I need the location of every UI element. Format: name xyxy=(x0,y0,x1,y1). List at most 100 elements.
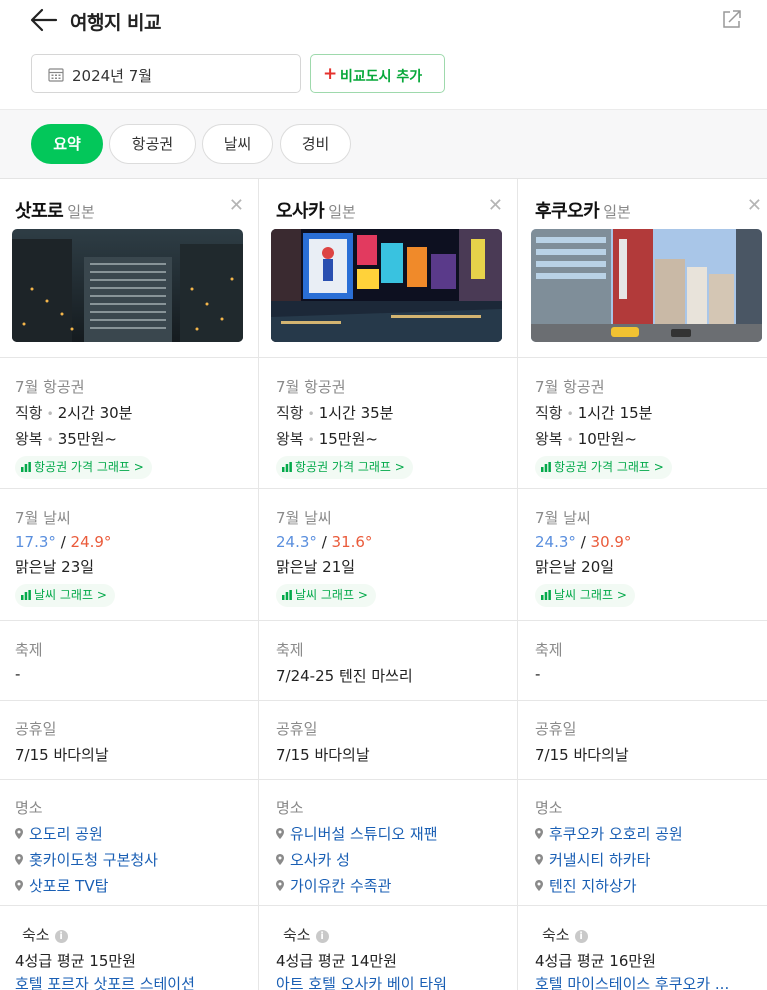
city-column-fukuoka: 후쿠오카 일본 ✕ 7월 항공권 직항 • 1시간 15분 왕복 • 10만원~… xyxy=(517,179,767,990)
sight-name: 오도리 공원 xyxy=(29,825,103,843)
sight-link[interactable]: 유니버설 스튜디오 재팬 xyxy=(276,823,507,844)
festival-value: - xyxy=(15,665,21,683)
hotel-link[interactable]: 호텔 마이스테이스 후쿠오카 ... xyxy=(535,973,757,990)
festival-label: 축제 xyxy=(276,641,304,659)
clear-days: 맑은날 20일 xyxy=(535,558,615,576)
separator-dot: • xyxy=(566,407,574,421)
sight-link[interactable]: 홋카이도청 구본청사 xyxy=(15,849,248,870)
hotel-link[interactable]: 호텔 포르자 삿포르 스테이션 xyxy=(15,973,248,990)
tab-expenses[interactable]: 경비 xyxy=(280,124,351,164)
remove-city-icon[interactable]: ✕ xyxy=(488,195,503,216)
sight-link[interactable]: 텐진 지하상가 xyxy=(535,875,757,896)
sight-name: 유니버설 스튜디오 재팬 xyxy=(290,825,438,843)
back-arrow-icon[interactable] xyxy=(30,8,58,32)
round-trip-label: 왕복 xyxy=(276,430,304,448)
weather-info: 7월 날씨 24.3° / 30.9° 맑은날 20일 날씨 그래프 > xyxy=(518,489,767,621)
sight-name: 후쿠오카 오호리 공원 xyxy=(549,825,683,843)
stay-info: 숙소 i 4성급 평균 14만원 아트 호텔 오사카 베이 타워 xyxy=(259,906,517,990)
info-icon[interactable]: i xyxy=(574,930,588,943)
city-name: 오사카 xyxy=(276,201,325,222)
map-pin-icon xyxy=(535,880,543,891)
holiday-value: 7/15 바다의날 xyxy=(535,746,629,764)
low-temp: 24.3° xyxy=(535,533,576,551)
month-selector[interactable]: 2024년 7월 xyxy=(31,54,301,93)
city-column-osaka: 오사카 일본 ✕ 7월 항공권 직항 • 1시간 35분 왕복 • 15만원~ … xyxy=(258,179,517,990)
temperature-row: 24.3° / 30.9° xyxy=(535,533,757,551)
sight-link[interactable]: 커낼시티 하카타 xyxy=(535,849,757,870)
flight-info: 7월 항공권 직항 • 2시간 30분 왕복 • 35만원~ 항공권 가격 그래프 > xyxy=(0,358,258,489)
city-name: 후쿠오카 xyxy=(535,201,600,222)
map-pin-icon xyxy=(276,854,284,865)
flight-label: 7월 항공권 xyxy=(535,378,605,396)
city-photo xyxy=(12,229,243,342)
sight-link[interactable]: 오도리 공원 xyxy=(15,823,248,844)
sight-name: 오사카 성 xyxy=(290,851,350,869)
flight-graph-label: 항공권 가격 그래프 > xyxy=(295,460,405,474)
sight-link[interactable]: 삿포로 TV탑 xyxy=(15,875,248,896)
city-header: 오사카 일본 ✕ xyxy=(259,179,517,358)
festival-value: 7/24-25 텐진 마쓰리 xyxy=(276,667,413,685)
sights-info: 명소 오도리 공원 홋카이도청 구본청사 삿포로 TV탑 xyxy=(0,780,258,906)
separator-dot: • xyxy=(566,433,574,447)
info-icon[interactable]: i xyxy=(54,930,68,943)
tab-bar: 요약 항공권 날씨 경비 xyxy=(0,109,767,179)
city-title: 후쿠오카 일본 xyxy=(535,197,757,223)
page-title: 여행지 비교 xyxy=(70,12,162,34)
comparison-grid: 삿포로 일본 ✕ 7월 항공권 직항 • 2시간 30분 왕복 • 35만원~ … xyxy=(0,179,767,990)
sight-link[interactable]: 가이유칸 수족관 xyxy=(276,875,507,896)
temp-separator: / xyxy=(60,533,66,551)
weather-info: 7월 날씨 24.3° / 31.6° 맑은날 21일 날씨 그래프 > xyxy=(259,489,517,621)
direct-label: 직항 xyxy=(15,404,43,422)
city-header: 후쿠오카 일본 ✕ xyxy=(518,179,767,358)
sight-name: 삿포로 TV탑 xyxy=(29,877,109,895)
high-temp: 30.9° xyxy=(590,533,632,551)
weather-graph-link[interactable]: 날씨 그래프 > xyxy=(15,584,115,607)
sights-info: 명소 유니버설 스튜디오 재팬 오사카 성 가이유칸 수족관 xyxy=(259,780,517,906)
sight-name: 커낼시티 하카타 xyxy=(549,851,651,869)
city-title: 오사카 일본 xyxy=(276,197,507,223)
remove-city-icon[interactable]: ✕ xyxy=(747,195,762,216)
festival-value: - xyxy=(535,665,541,683)
stay-label-row: 숙소 i xyxy=(283,924,507,945)
add-compare-city-button[interactable]: + 비교도시 추가 xyxy=(310,54,445,93)
tab-flights[interactable]: 항공권 xyxy=(109,124,196,164)
stay-label: 숙소 xyxy=(283,926,311,944)
map-pin-icon xyxy=(535,854,543,865)
share-icon[interactable] xyxy=(721,8,743,30)
sight-link[interactable]: 오사카 성 xyxy=(276,849,507,870)
holiday-value: 7/15 바다의날 xyxy=(276,746,370,764)
holiday-info: 공휴일 7/15 바다의날 xyxy=(259,701,517,780)
festival-info: 축제 - xyxy=(0,621,258,701)
flight-price-graph-link[interactable]: 항공권 가격 그래프 > xyxy=(276,456,413,479)
stay-label-row: 숙소 i xyxy=(22,924,248,945)
flight-price-graph-link[interactable]: 항공권 가격 그래프 > xyxy=(535,456,672,479)
country-name: 일본 xyxy=(328,203,356,221)
sight-link[interactable]: 후쿠오카 오호리 공원 xyxy=(535,823,757,844)
temperature-row: 17.3° / 24.9° xyxy=(15,533,248,551)
weather-graph-link[interactable]: 날씨 그래프 > xyxy=(276,584,376,607)
stay-info: 숙소 i 4성급 평균 15만원 호텔 포르자 삿포르 스테이션 xyxy=(0,906,258,990)
add-compare-city-label: 비교도시 추가 xyxy=(340,69,423,85)
stay-label: 숙소 xyxy=(22,926,50,944)
temperature-row: 24.3° / 31.6° xyxy=(276,533,507,551)
festival-label: 축제 xyxy=(535,641,563,659)
holiday-info: 공휴일 7/15 바다의날 xyxy=(0,701,258,780)
map-pin-icon xyxy=(15,880,23,891)
flight-graph-label: 항공권 가격 그래프 > xyxy=(34,460,144,474)
festival-label: 축제 xyxy=(15,641,43,659)
tab-summary[interactable]: 요약 xyxy=(31,124,103,164)
remove-city-icon[interactable]: ✕ xyxy=(229,195,244,216)
tab-weather[interactable]: 날씨 xyxy=(202,124,273,164)
sights-label: 명소 xyxy=(276,799,304,817)
bar-chart-icon xyxy=(541,462,551,472)
city-header: 삿포로 일본 ✕ xyxy=(0,179,258,358)
direct-duration: 1시간 35분 xyxy=(318,404,394,422)
weather-graph-link[interactable]: 날씨 그래프 > xyxy=(535,584,635,607)
direct-flight-row: 직항 • 2시간 30분 xyxy=(15,402,248,423)
high-temp: 31.6° xyxy=(331,533,373,551)
info-icon[interactable]: i xyxy=(315,930,329,943)
map-pin-icon xyxy=(15,854,23,865)
hotel-link[interactable]: 아트 호텔 오사카 베이 타워 xyxy=(276,973,507,990)
flight-price-graph-link[interactable]: 항공권 가격 그래프 > xyxy=(15,456,152,479)
direct-flight-row: 직항 • 1시간 35분 xyxy=(276,402,507,423)
